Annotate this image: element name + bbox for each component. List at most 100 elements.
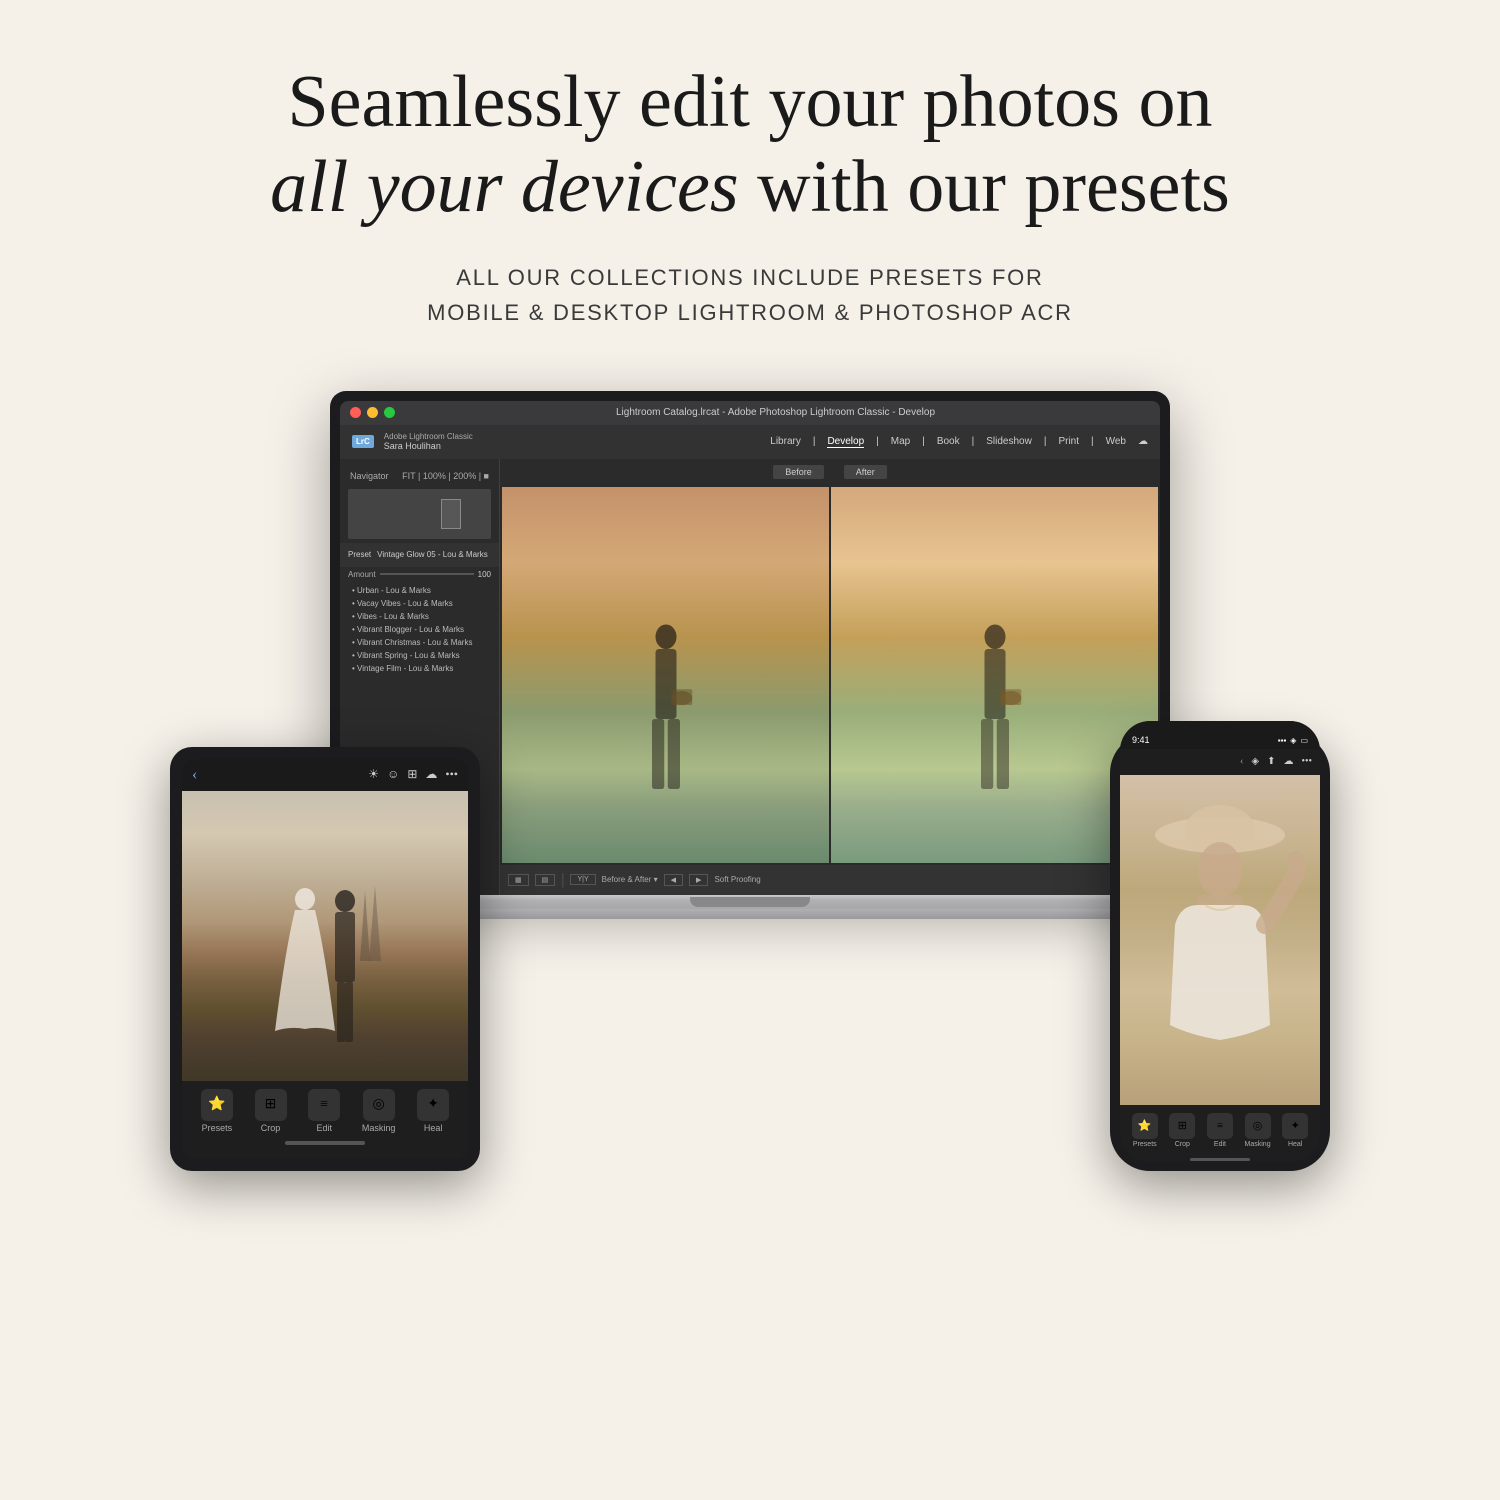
dot-yellow[interactable] — [367, 407, 378, 418]
lr-preset-name-bar: Preset Vintage Glow 05 - Lou & Marks — [340, 543, 499, 567]
ipad-masking-label: Masking — [362, 1123, 396, 1133]
lr-nav-map[interactable]: Map — [891, 436, 910, 448]
ipad-masking-icon: ◎ — [363, 1089, 395, 1121]
lr-preset-item-7[interactable]: • Vintage Film - Lou & Marks — [344, 662, 495, 675]
lr-user-name: Sara Houlihan — [384, 441, 473, 451]
ipad-tool-presets[interactable]: ⭐ Presets — [201, 1089, 233, 1133]
lr-preset-item-2[interactable]: • Vacay Vibes - Lou & Marks — [344, 597, 495, 610]
ipad-crop-icon: ⊞ — [255, 1089, 287, 1121]
lr-before-btn[interactable]: Before — [773, 465, 824, 479]
iphone-crop-icon: ⊞ — [1169, 1113, 1195, 1139]
subtitle-line2: MOBILE & DESKTOP LIGHTROOM & PHOTOSHOP A… — [427, 300, 1073, 325]
ipad-tools: ⭐ Presets ⊞ Crop ≡ Edit — [182, 1085, 468, 1137]
ipad-crop-label: Crop — [261, 1123, 281, 1133]
ipad-icon-more[interactable]: ••• — [445, 767, 458, 782]
iphone-tool-edit[interactable]: ≡ Edit — [1207, 1113, 1233, 1148]
lr-after-btn[interactable]: After — [844, 465, 887, 479]
lr-bottombar: ▦ ▤ | Y|Y Before & After ▾ ◀ ▶ Soft Proo… — [500, 865, 1160, 895]
iphone-status-bar: 9:41 ▪▪▪ ◈ ▭ — [1120, 721, 1320, 749]
iphone-action-bar: ‹ ◈ ⬆ ☁ ••• — [1120, 749, 1320, 775]
iphone-battery-icon: ▭ — [1300, 736, 1308, 745]
iphone-tool-masking[interactable]: ◎ Masking — [1245, 1113, 1271, 1148]
devices-scene: Lightroom Catalog.lrcat - Adobe Photosho… — [150, 391, 1350, 1171]
lr-nav-library[interactable]: Library — [770, 436, 801, 448]
iphone-tool-presets[interactable]: ⭐ Presets — [1132, 1113, 1158, 1148]
lr-preset-value: Vintage Glow 05 - Lou & Marks — [377, 550, 488, 559]
lr-nav-book[interactable]: Book — [937, 436, 960, 448]
lr-compare-btn[interactable]: Y|Y — [570, 874, 595, 885]
headline-line1: Seamlessly edit your photos on — [288, 61, 1213, 143]
lr-app-name: Adobe Lightroom Classic — [384, 432, 473, 441]
lr-nav-separator4: | — [972, 436, 975, 448]
ipad-heal-icon: ✦ — [417, 1089, 449, 1121]
ipad-tool-crop[interactable]: ⊞ Crop — [255, 1089, 287, 1133]
lr-nav-cloud: ☁ — [1138, 436, 1148, 448]
iphone-crop-label: Crop — [1175, 1141, 1190, 1148]
dot-red[interactable] — [350, 407, 361, 418]
ipad-icons-row: ☀ ☺ ⊞ ☁ ••• — [368, 767, 458, 782]
iphone-adjust-icon[interactable]: ◈ — [1251, 756, 1259, 767]
iphone-masking-icon: ◎ — [1245, 1113, 1271, 1139]
after-photo-figure — [960, 603, 1030, 863]
lr-preset-item-4[interactable]: • Vibrant Blogger - Lou & Marks — [344, 623, 495, 636]
ipad-icon-sun: ☀ — [368, 767, 379, 782]
lr-filmstrip-btn[interactable]: ▤ — [535, 874, 556, 886]
iphone-time: 9:41 — [1132, 735, 1150, 745]
lr-navigator-preview — [348, 489, 491, 539]
lr-nav-separator1: | — [813, 436, 816, 448]
iphone-presets-icon: ⭐ — [1132, 1113, 1158, 1139]
lr-right-btn[interactable]: ▶ — [689, 874, 708, 886]
ipad-device: ‹ ☀ ☺ ⊞ ☁ ••• — [170, 747, 480, 1171]
iphone-wifi-icon: ◈ — [1290, 736, 1296, 745]
iphone-tool-crop[interactable]: ⊞ Crop — [1169, 1113, 1195, 1148]
iphone-more-icon[interactable]: ••• — [1301, 756, 1312, 767]
iphone-masking-label: Masking — [1245, 1141, 1271, 1148]
iphone-portrait-silhouette — [1120, 775, 1320, 1105]
lr-amount-value: 100 — [478, 570, 491, 579]
iphone-tools: ⭐ Presets ⊞ Crop ≡ Edit — [1120, 1109, 1320, 1152]
iphone-status-icons: ▪▪▪ ◈ ▭ — [1278, 736, 1308, 745]
ipad-tool-masking[interactable]: ◎ Masking — [362, 1089, 396, 1133]
iphone-cloud-icon[interactable]: ☁ — [1283, 756, 1293, 767]
ipad-couple-silhouette — [255, 871, 395, 1081]
lr-preset-item-1[interactable]: • Urban - Lou & Marks — [344, 584, 495, 597]
lr-preset-section: Preset — [348, 550, 371, 559]
lr-navigator-header: Navigator FIT | 100% | 200% | ■ — [340, 467, 499, 485]
lr-nav-print[interactable]: Print — [1058, 436, 1079, 448]
iphone-back-icon[interactable]: ‹ — [1240, 756, 1243, 767]
lr-grid-btn[interactable]: ▦ — [508, 874, 529, 886]
lr-content: Before After — [500, 459, 1160, 895]
iphone-share-icon[interactable]: ⬆ — [1267, 756, 1275, 767]
ipad-tool-heal[interactable]: ✦ Heal — [417, 1089, 449, 1133]
ipad-edit-label: Edit — [316, 1123, 332, 1133]
lr-preset-item-3[interactable]: • Vibes - Lou & Marks — [344, 610, 495, 623]
lr-user-block: Adobe Lightroom Classic Sara Houlihan — [384, 432, 473, 451]
lr-nav-web[interactable]: Web — [1106, 436, 1126, 448]
iphone-home-indicator — [1190, 1158, 1250, 1161]
lr-preset-item-5[interactable]: • Vibrant Christmas - Lou & Marks — [344, 636, 495, 649]
lr-navigator-label: Navigator — [350, 471, 389, 481]
lr-left-btn[interactable]: ◀ — [664, 874, 683, 886]
iphone-photo — [1120, 775, 1320, 1105]
dot-green[interactable] — [384, 407, 395, 418]
ipad-screen: ‹ ☀ ☺ ⊞ ☁ ••• — [182, 759, 468, 1159]
lr-amount-row: Amount 100 — [340, 567, 499, 582]
page-container: Seamlessly edit your photos on all your … — [0, 0, 1500, 1500]
lr-nav-slideshow[interactable]: Slideshow — [986, 436, 1032, 448]
lr-preset-item-6[interactable]: • Vibrant Spring - Lou & Marks — [344, 649, 495, 662]
ipad-tool-edit[interactable]: ≡ Edit — [308, 1089, 340, 1133]
ipad-back-button[interactable]: ‹ — [192, 766, 197, 784]
iphone-tool-heal[interactable]: ✦ Heal — [1282, 1113, 1308, 1148]
lr-navigator-controls: FIT | 100% | 200% | ■ — [402, 471, 489, 481]
iphone-body: 9:41 ▪▪▪ ◈ ▭ ‹ ◈ ⬆ ☁ ••• — [1110, 733, 1330, 1171]
subtitle: ALL OUR COLLECTIONS INCLUDE PRESETS FOR … — [427, 260, 1073, 330]
ipad-bottombar: ⭐ Presets ⊞ Crop ≡ Edit — [182, 1081, 468, 1159]
lr-soft-proofing-label: Soft Proofing — [714, 875, 760, 884]
ipad-icon-cloud: ☁ — [425, 767, 437, 782]
lr-nav-develop[interactable]: Develop — [827, 436, 864, 448]
ipad-photo — [182, 791, 468, 1081]
lr-amount-label: Amount — [348, 570, 376, 579]
lr-before-after-label: Before & After ▾ — [602, 875, 658, 884]
laptop-title-text: Lightroom Catalog.lrcat - Adobe Photosho… — [401, 407, 1150, 418]
lr-amount-slider[interactable] — [380, 573, 474, 575]
